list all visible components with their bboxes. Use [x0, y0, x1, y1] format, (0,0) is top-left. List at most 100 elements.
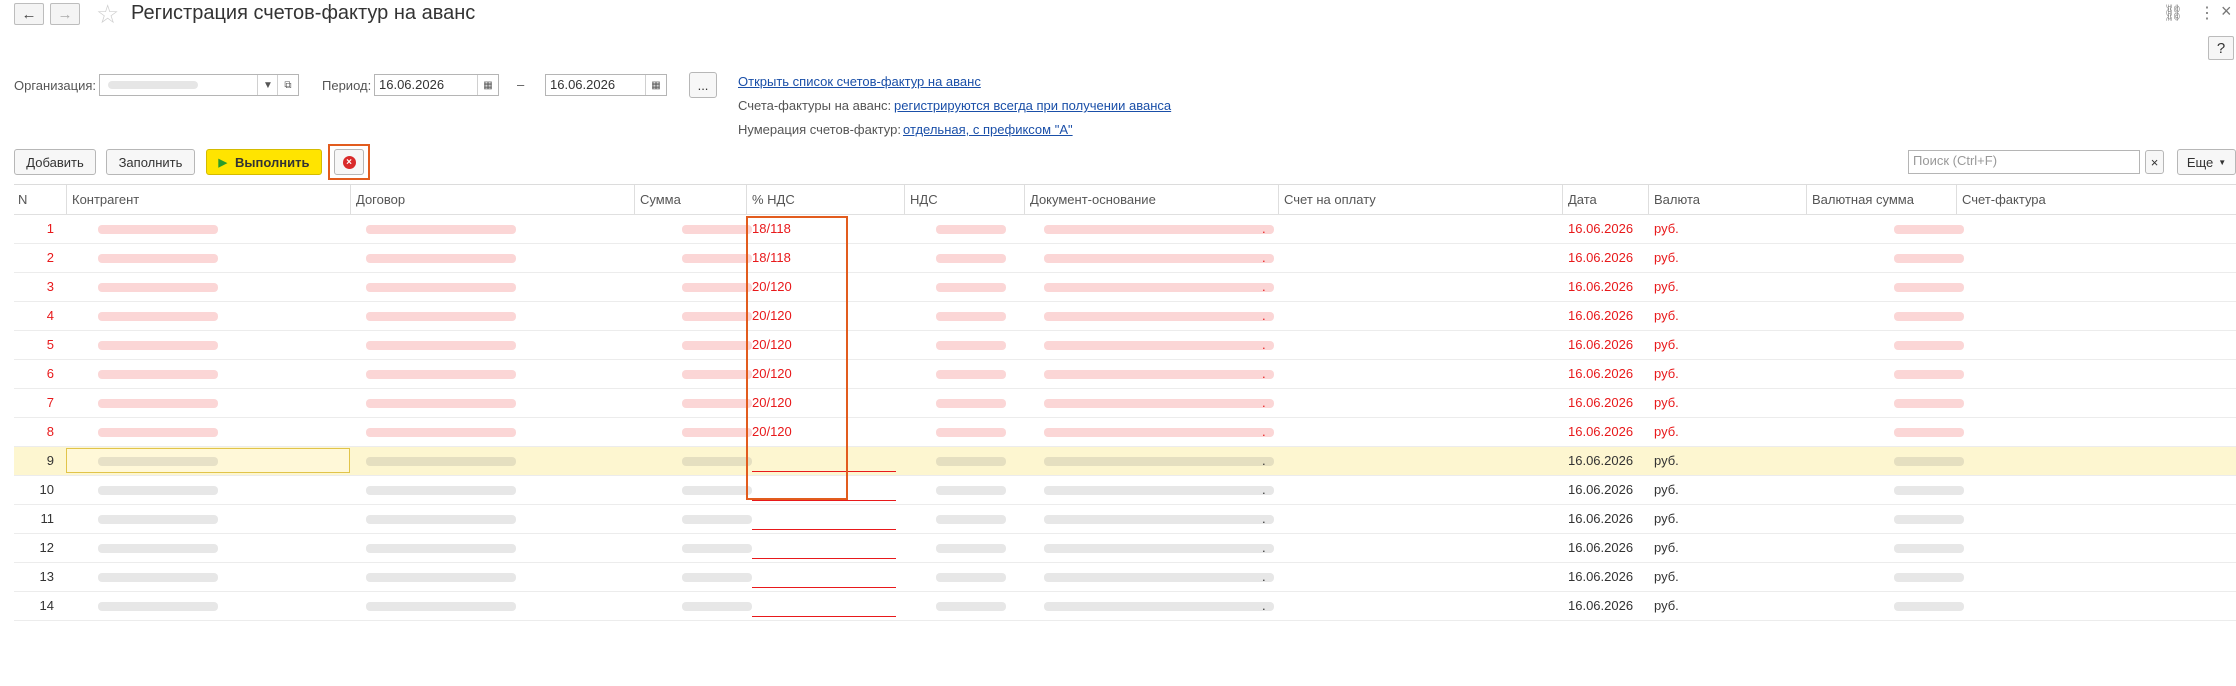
header-divider[interactable] [66, 185, 67, 215]
header-divider[interactable] [1562, 185, 1563, 215]
redacted-cell [98, 254, 218, 263]
search-input[interactable]: Поиск (Ctrl+F) [1908, 150, 2140, 174]
table-row[interactable]: 12. 16.06.2026 руб. [14, 534, 2236, 563]
redacted-cell [366, 544, 516, 553]
table-row[interactable]: 9. 16.06.2026 руб. [14, 447, 2236, 476]
header-divider[interactable] [1648, 185, 1649, 215]
header-divider[interactable] [1806, 185, 1807, 215]
column-header[interactable]: N [18, 185, 64, 215]
column-header[interactable]: Валютная сумма [1812, 185, 1956, 215]
required-field-underline [752, 558, 896, 559]
redacted-cell [682, 370, 752, 379]
column-header[interactable]: НДС [910, 185, 1024, 215]
column-header[interactable]: Контрагент [72, 185, 350, 215]
period-select-button[interactable]: ... [689, 72, 717, 98]
redacted-cell [366, 370, 516, 379]
date-cell: 16.06.2026 [1568, 569, 1634, 584]
row-number: 2 [46, 250, 54, 265]
redacted-cell [1044, 544, 1274, 553]
date-cell: 16.06.2026 [1568, 366, 1634, 381]
column-header[interactable]: Договор [356, 185, 634, 215]
header-divider[interactable] [350, 185, 351, 215]
table-row[interactable]: 3 20/120. 16.06.2026 руб. [14, 273, 2236, 302]
redacted-cell [1044, 254, 1274, 263]
redacted-cell [98, 312, 218, 321]
organization-field[interactable]: ▼ ⧉ [99, 74, 299, 96]
column-header[interactable]: Документ-основание [1030, 185, 1278, 215]
table-row[interactable]: 5 20/120. 16.06.2026 руб. [14, 331, 2236, 360]
header-divider[interactable] [1024, 185, 1025, 215]
column-header[interactable]: % НДС [752, 185, 904, 215]
currency-cell: руб. [1654, 453, 1679, 468]
table-row[interactable]: 2 18/118. 16.06.2026 руб. [14, 244, 2236, 273]
redacted-cell [936, 544, 1006, 553]
clear-search-button[interactable]: × [2145, 150, 2164, 174]
run-button[interactable]: ▶ Выполнить [206, 149, 322, 175]
back-button[interactable]: ← [14, 3, 44, 25]
redacted-cell [936, 370, 1006, 379]
date-cell: 16.06.2026 [1568, 511, 1634, 526]
redacted-cell [1894, 370, 1964, 379]
row-number: 5 [46, 337, 54, 352]
period-label: Период: [322, 78, 372, 93]
more-vertical-icon[interactable]: ⋮ [2199, 3, 2215, 23]
redacted-cell [1894, 283, 1964, 292]
column-header[interactable]: Сумма [640, 185, 746, 215]
header-divider[interactable] [904, 185, 905, 215]
invoices-setting-link[interactable]: регистрируются всегда при получении аван… [894, 98, 1171, 113]
table-row[interactable]: 1 18/118. 16.06.2026 руб. [14, 215, 2236, 244]
more-button[interactable]: Еще ▼ [2177, 149, 2236, 175]
header-divider[interactable] [1278, 185, 1279, 215]
fill-button[interactable]: Заполнить [106, 149, 195, 175]
redacted-cell [98, 283, 218, 292]
redacted-cell [98, 341, 218, 350]
table-row[interactable]: 11. 16.06.2026 руб. [14, 505, 2236, 534]
header-divider[interactable] [746, 185, 747, 215]
forward-button[interactable]: → [50, 3, 80, 25]
table-row[interactable]: 4 20/120. 16.06.2026 руб. [14, 302, 2236, 331]
dropdown-arrow-icon[interactable]: ▼ [257, 75, 278, 95]
table-row[interactable]: 14. 16.06.2026 руб. [14, 592, 2236, 621]
redacted-cell [1894, 254, 1964, 263]
column-header[interactable]: Счет-фактура [1962, 185, 2236, 215]
close-icon[interactable]: × [2221, 1, 2232, 22]
row-number: 13 [39, 569, 54, 584]
link-icon[interactable]: ⛓ [2163, 3, 2183, 23]
redacted-cell [1044, 602, 1274, 611]
row-number: 14 [39, 598, 54, 613]
table-row[interactable]: 8 20/120. 16.06.2026 руб. [14, 418, 2236, 447]
more-button-label: Еще [2186, 154, 2214, 170]
document-ellipsis: . [1262, 250, 1266, 265]
column-header[interactable]: Валюта [1654, 185, 1806, 215]
table-row[interactable]: 13. 16.06.2026 руб. [14, 563, 2236, 592]
calendar-icon[interactable]: ▦ [645, 75, 666, 95]
redacted-cell [936, 573, 1006, 582]
cancel-button[interactable]: × [334, 149, 364, 175]
column-header[interactable]: Дата [1568, 185, 1648, 215]
open-invoices-list-link[interactable]: Открыть список счетов-фактур на аванс [738, 74, 981, 89]
help-button[interactable]: ? [2208, 36, 2234, 60]
calendar-icon[interactable]: ▦ [477, 75, 498, 95]
favorite-star-icon[interactable]: ☆ [96, 0, 119, 28]
redacted-cell [936, 486, 1006, 495]
redacted-cell [682, 312, 752, 321]
numbering-setting-link[interactable]: отдельная, с префиксом "А" [903, 122, 1073, 137]
table-row[interactable]: 10. 16.06.2026 руб. [14, 476, 2236, 505]
table-row[interactable]: 6 20/120. 16.06.2026 руб. [14, 360, 2236, 389]
document-ellipsis: . [1262, 424, 1266, 439]
redacted-cell [1044, 225, 1274, 234]
header-divider[interactable] [1956, 185, 1957, 215]
advances-table[interactable]: N Контрагент Договор Сумма% НДС НДС Документ-… [14, 184, 2236, 686]
redacted-cell [366, 225, 516, 234]
date-from-field[interactable]: 16.06.2026 ▦ [374, 74, 499, 96]
redacted-cell [682, 399, 752, 408]
table-row[interactable]: 7 20/120. 16.06.2026 руб. [14, 389, 2236, 418]
add-button[interactable]: Добавить [14, 149, 96, 175]
column-header[interactable]: Счет на оплату [1284, 185, 1562, 215]
currency-cell: руб. [1654, 366, 1679, 381]
clear-icon: × [2150, 154, 2159, 170]
open-icon[interactable]: ⧉ [277, 75, 298, 95]
header-divider[interactable] [634, 185, 635, 215]
row-number: 9 [46, 453, 54, 468]
date-to-field[interactable]: 16.06.2026 ▦ [545, 74, 667, 96]
